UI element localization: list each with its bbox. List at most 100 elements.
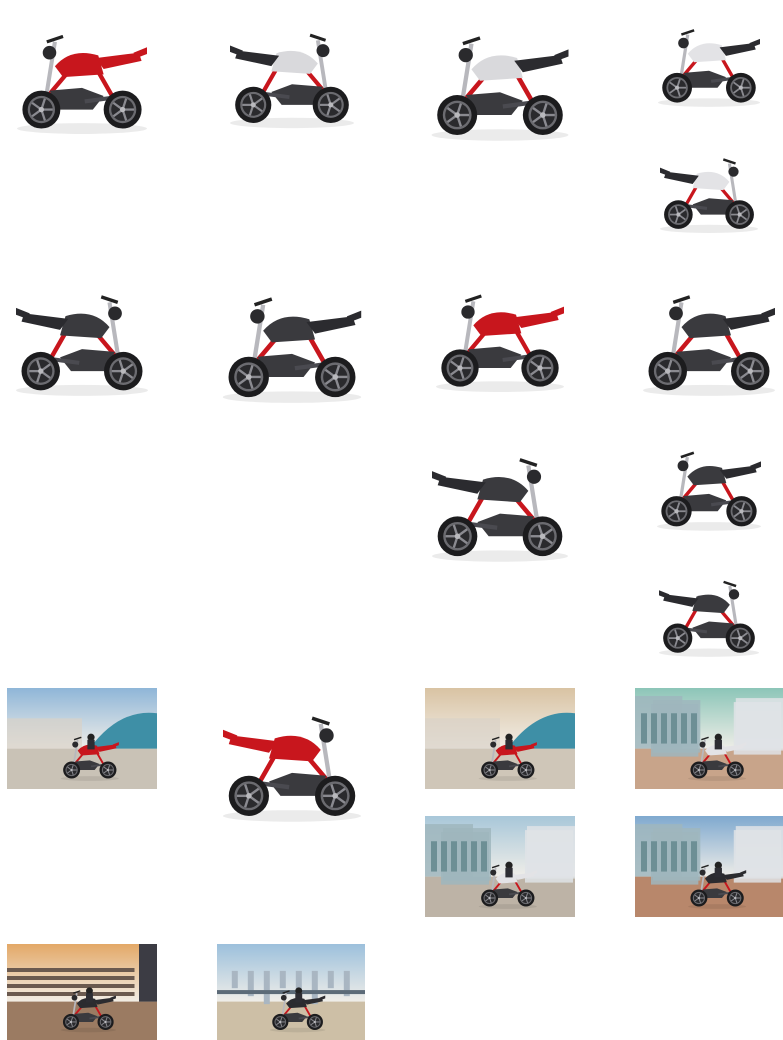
gallery-photo[interactable]	[7, 268, 157, 400]
photo-image	[425, 816, 575, 917]
window	[651, 841, 657, 872]
rider-body	[714, 867, 722, 878]
gallery-photo[interactable]	[635, 688, 783, 789]
headlight	[250, 309, 265, 324]
rider-body	[714, 739, 722, 750]
gallery-photo[interactable]	[7, 688, 157, 789]
gallery-photo[interactable]	[425, 8, 575, 145]
grandstand	[7, 992, 135, 996]
photo-image	[7, 8, 157, 138]
window	[681, 713, 687, 744]
rider-body	[505, 739, 513, 750]
photo-scene	[635, 816, 783, 917]
window	[641, 713, 647, 744]
grandstand	[7, 968, 135, 972]
window	[691, 713, 697, 744]
window	[671, 713, 677, 744]
window	[481, 841, 487, 872]
headlight	[526, 469, 542, 484]
gallery-photo[interactable]	[217, 944, 365, 1040]
gallery-photo[interactable]	[425, 430, 575, 566]
photo-image	[635, 816, 783, 917]
photo-image	[217, 688, 367, 826]
sky	[217, 944, 365, 1004]
photo-scene	[7, 688, 157, 789]
photo-image	[217, 8, 367, 132]
headlight	[677, 460, 689, 472]
photo-image	[635, 688, 783, 789]
rider-body	[295, 993, 303, 1003]
gallery-photo[interactable]	[635, 560, 783, 660]
photo-image	[635, 430, 783, 534]
headlight	[490, 869, 497, 876]
rider-body	[85, 993, 93, 1003]
gallery-photo[interactable]	[635, 8, 783, 110]
window	[661, 713, 667, 744]
gallery-photo[interactable]	[425, 688, 575, 789]
window	[441, 841, 447, 872]
skyline	[279, 970, 286, 989]
headlight	[280, 994, 287, 1001]
photo-image	[635, 268, 783, 400]
gallery-photo[interactable]	[7, 8, 157, 138]
photo-scene	[425, 816, 575, 917]
photo-scene	[7, 944, 157, 1040]
skyline	[231, 970, 238, 989]
gallery-photo[interactable]	[7, 944, 157, 1040]
photo-image	[7, 268, 157, 400]
headlight	[669, 306, 683, 321]
window	[671, 841, 677, 872]
gallery-photo[interactable]	[217, 8, 367, 132]
window	[681, 841, 687, 872]
rider-body	[505, 867, 513, 878]
rider-body	[87, 739, 95, 750]
skyline	[263, 970, 270, 1005]
photo-image	[7, 944, 157, 1040]
photo-scene	[425, 688, 575, 789]
photo-image	[217, 268, 367, 408]
photo-image	[635, 8, 783, 110]
headlight	[316, 44, 330, 58]
photo-image	[217, 944, 365, 1040]
headlight	[728, 589, 740, 600]
window	[471, 841, 477, 872]
grandstand	[7, 976, 135, 980]
headlight	[728, 166, 739, 177]
window	[461, 841, 467, 872]
headlight	[699, 741, 706, 748]
window	[451, 841, 457, 872]
photo-scene	[635, 688, 783, 789]
headlight	[71, 994, 78, 1001]
photo-image	[425, 430, 575, 566]
gallery-photo[interactable]	[635, 268, 783, 400]
railing	[217, 990, 365, 995]
pillar	[139, 944, 157, 1002]
headlight	[72, 741, 79, 748]
wall	[7, 718, 82, 749]
window	[651, 713, 657, 744]
headlight	[490, 741, 497, 748]
headlight	[42, 45, 57, 60]
window	[431, 841, 437, 872]
window	[661, 841, 667, 872]
headlight	[458, 47, 473, 63]
gallery-photo[interactable]	[217, 268, 367, 408]
gallery-photo[interactable]	[635, 816, 783, 917]
grandstand	[7, 984, 135, 988]
gallery-photo[interactable]	[635, 430, 783, 534]
headlight	[108, 306, 122, 321]
photo-image	[425, 8, 575, 145]
photo-image	[635, 560, 783, 660]
gallery-photo[interactable]	[425, 816, 575, 917]
photo-scene	[217, 944, 365, 1040]
headlight	[678, 37, 689, 49]
window	[641, 841, 647, 872]
headlight	[699, 869, 706, 876]
headlight	[319, 728, 334, 743]
headlight	[461, 305, 475, 319]
gallery-photo[interactable]	[217, 688, 367, 826]
photo-image	[425, 268, 575, 396]
gallery-photo[interactable]	[425, 268, 575, 396]
gallery-photo[interactable]	[635, 138, 783, 236]
wall	[425, 718, 500, 749]
